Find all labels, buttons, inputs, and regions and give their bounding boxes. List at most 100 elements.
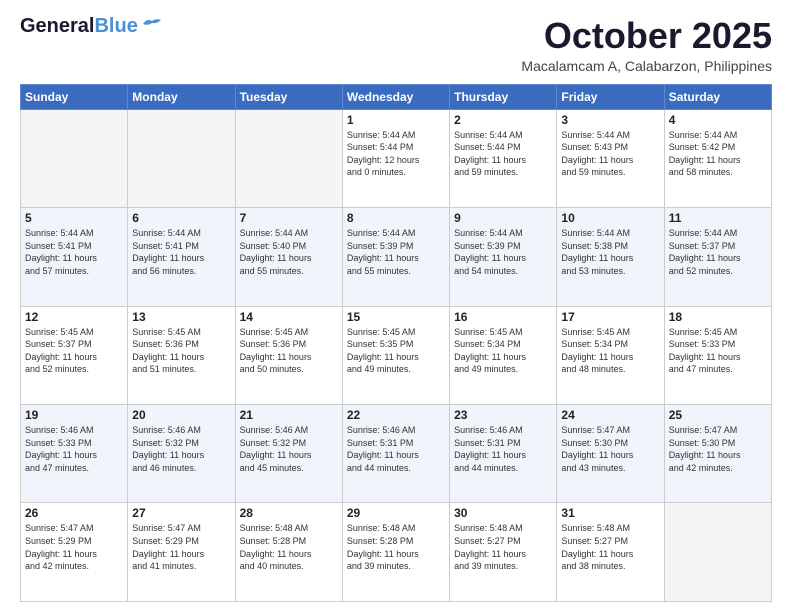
day-info: Sunrise: 5:48 AM Sunset: 5:27 PM Dayligh… bbox=[454, 522, 552, 572]
day-number: 21 bbox=[240, 408, 338, 422]
calendar-day-cell: 26 Sunrise: 5:47 AM Sunset: 5:29 PM Dayli… bbox=[21, 503, 128, 602]
header-tuesday: Tuesday bbox=[235, 84, 342, 109]
day-info: Sunrise: 5:44 AM Sunset: 5:43 PM Dayligh… bbox=[561, 129, 659, 179]
calendar-day-cell: 10 Sunrise: 5:44 AM Sunset: 5:38 PM Dayli… bbox=[557, 208, 664, 306]
calendar-day-cell: 3Sunrise: 5:44 AM Sunset: 5:43 PM Daylig… bbox=[557, 109, 664, 207]
day-number: 18 bbox=[669, 310, 767, 324]
day-number: 7 bbox=[240, 211, 338, 225]
day-info: Sunrise: 5:46 AM Sunset: 5:32 PM Dayligh… bbox=[240, 424, 338, 474]
day-number: 10 bbox=[561, 211, 659, 225]
day-info: Sunrise: 5:45 AM Sunset: 5:34 PM Dayligh… bbox=[454, 326, 552, 376]
day-number: 27 bbox=[132, 506, 230, 520]
calendar-day-cell: 22 Sunrise: 5:46 AM Sunset: 5:31 PM Dayli… bbox=[342, 405, 449, 503]
day-number: 11 bbox=[669, 211, 767, 225]
calendar-day-cell: 7 Sunrise: 5:44 AM Sunset: 5:40 PM Daylig… bbox=[235, 208, 342, 306]
calendar-day-cell: 28Sunrise: 5:48 AM Sunset: 5:28 PM Dayli… bbox=[235, 503, 342, 602]
calendar-day-cell: 1 Sunrise: 5:44 AM Sunset: 5:44 PM Daylig… bbox=[342, 109, 449, 207]
day-info: Sunrise: 5:46 AM Sunset: 5:32 PM Dayligh… bbox=[132, 424, 230, 474]
logo: GeneralBlue bbox=[20, 16, 163, 36]
day-number: 2 bbox=[454, 113, 552, 127]
calendar-day-cell: 12 Sunrise: 5:45 AM Sunset: 5:37 PM Dayli… bbox=[21, 306, 128, 404]
calendar-day-cell: 19 Sunrise: 5:46 AM Sunset: 5:33 PM Dayli… bbox=[21, 405, 128, 503]
day-number: 4 bbox=[669, 113, 767, 127]
calendar-week-row: 12 Sunrise: 5:45 AM Sunset: 5:37 PM Dayli… bbox=[21, 306, 772, 404]
day-number: 22 bbox=[347, 408, 445, 422]
day-info: Sunrise: 5:46 AM Sunset: 5:31 PM Dayligh… bbox=[454, 424, 552, 474]
day-info: Sunrise: 5:46 AM Sunset: 5:33 PM Dayligh… bbox=[25, 424, 123, 474]
day-info: Sunrise: 5:46 AM Sunset: 5:31 PM Dayligh… bbox=[347, 424, 445, 474]
day-info: Sunrise: 5:47 AM Sunset: 5:30 PM Dayligh… bbox=[561, 424, 659, 474]
calendar-table: Sunday Monday Tuesday Wednesday Thursday… bbox=[20, 84, 772, 602]
logo-blue: Blue bbox=[94, 15, 137, 37]
calendar-day-cell: 23 Sunrise: 5:46 AM Sunset: 5:31 PM Dayli… bbox=[450, 405, 557, 503]
day-info: Sunrise: 5:48 AM Sunset: 5:28 PM Dayligh… bbox=[240, 522, 338, 572]
calendar-day-cell: 21 Sunrise: 5:46 AM Sunset: 5:32 PM Dayli… bbox=[235, 405, 342, 503]
calendar-week-row: 26 Sunrise: 5:47 AM Sunset: 5:29 PM Dayli… bbox=[21, 503, 772, 602]
day-number: 13 bbox=[132, 310, 230, 324]
day-info: Sunrise: 5:45 AM Sunset: 5:37 PM Dayligh… bbox=[25, 326, 123, 376]
calendar-day-cell bbox=[21, 109, 128, 207]
day-info: Sunrise: 5:44 AM Sunset: 5:39 PM Dayligh… bbox=[347, 227, 445, 277]
day-number: 1 bbox=[347, 113, 445, 127]
calendar-week-row: 19 Sunrise: 5:46 AM Sunset: 5:33 PM Dayli… bbox=[21, 405, 772, 503]
day-number: 15 bbox=[347, 310, 445, 324]
day-info: Sunrise: 5:47 AM Sunset: 5:30 PM Dayligh… bbox=[669, 424, 767, 474]
logo-general: General bbox=[20, 15, 94, 37]
day-number: 9 bbox=[454, 211, 552, 225]
header: GeneralBlue October 2025 Macalamcam A, C… bbox=[20, 16, 772, 74]
day-info: Sunrise: 5:45 AM Sunset: 5:33 PM Dayligh… bbox=[669, 326, 767, 376]
calendar-day-cell: 17 Sunrise: 5:45 AM Sunset: 5:34 PM Dayli… bbox=[557, 306, 664, 404]
day-info: Sunrise: 5:48 AM Sunset: 5:27 PM Dayligh… bbox=[561, 522, 659, 572]
day-number: 23 bbox=[454, 408, 552, 422]
day-info: Sunrise: 5:47 AM Sunset: 5:29 PM Dayligh… bbox=[25, 522, 123, 572]
header-monday: Monday bbox=[128, 84, 235, 109]
day-info: Sunrise: 5:44 AM Sunset: 5:37 PM Dayligh… bbox=[669, 227, 767, 277]
day-number: 12 bbox=[25, 310, 123, 324]
title-block: October 2025 Macalamcam A, Calabarzon, P… bbox=[521, 16, 772, 74]
calendar-day-cell: 25Sunrise: 5:47 AM Sunset: 5:30 PM Dayli… bbox=[664, 405, 771, 503]
calendar-day-cell: 24Sunrise: 5:47 AM Sunset: 5:30 PM Dayli… bbox=[557, 405, 664, 503]
calendar-day-cell: 31Sunrise: 5:48 AM Sunset: 5:27 PM Dayli… bbox=[557, 503, 664, 602]
day-number: 16 bbox=[454, 310, 552, 324]
calendar-day-cell: 11 Sunrise: 5:44 AM Sunset: 5:37 PM Dayli… bbox=[664, 208, 771, 306]
header-friday: Friday bbox=[557, 84, 664, 109]
calendar-day-cell bbox=[128, 109, 235, 207]
day-info: Sunrise: 5:45 AM Sunset: 5:34 PM Dayligh… bbox=[561, 326, 659, 376]
day-number: 20 bbox=[132, 408, 230, 422]
page: GeneralBlue October 2025 Macalamcam A, C… bbox=[0, 0, 792, 612]
calendar-day-cell bbox=[235, 109, 342, 207]
calendar-day-cell bbox=[664, 503, 771, 602]
calendar-day-cell: 27Sunrise: 5:47 AM Sunset: 5:29 PM Dayli… bbox=[128, 503, 235, 602]
day-number: 17 bbox=[561, 310, 659, 324]
weekday-header-row: Sunday Monday Tuesday Wednesday Thursday… bbox=[21, 84, 772, 109]
day-info: Sunrise: 5:44 AM Sunset: 5:38 PM Dayligh… bbox=[561, 227, 659, 277]
day-number: 6 bbox=[132, 211, 230, 225]
month-title: October 2025 bbox=[521, 16, 772, 56]
calendar-day-cell: 14Sunrise: 5:45 AM Sunset: 5:36 PM Dayli… bbox=[235, 306, 342, 404]
calendar-day-cell: 18 Sunrise: 5:45 AM Sunset: 5:33 PM Dayli… bbox=[664, 306, 771, 404]
day-info: Sunrise: 5:44 AM Sunset: 5:44 PM Dayligh… bbox=[347, 129, 445, 179]
day-info: Sunrise: 5:44 AM Sunset: 5:41 PM Dayligh… bbox=[132, 227, 230, 277]
day-number: 19 bbox=[25, 408, 123, 422]
day-info: Sunrise: 5:44 AM Sunset: 5:39 PM Dayligh… bbox=[454, 227, 552, 277]
calendar-day-cell: 5Sunrise: 5:44 AM Sunset: 5:41 PM Daylig… bbox=[21, 208, 128, 306]
header-thursday: Thursday bbox=[450, 84, 557, 109]
calendar-day-cell: 13Sunrise: 5:45 AM Sunset: 5:36 PM Dayli… bbox=[128, 306, 235, 404]
calendar-day-cell: 16 Sunrise: 5:45 AM Sunset: 5:34 PM Dayli… bbox=[450, 306, 557, 404]
header-saturday: Saturday bbox=[664, 84, 771, 109]
day-number: 26 bbox=[25, 506, 123, 520]
calendar-day-cell: 9 Sunrise: 5:44 AM Sunset: 5:39 PM Daylig… bbox=[450, 208, 557, 306]
calendar-week-row: 1 Sunrise: 5:44 AM Sunset: 5:44 PM Daylig… bbox=[21, 109, 772, 207]
day-info: Sunrise: 5:44 AM Sunset: 5:41 PM Dayligh… bbox=[25, 227, 123, 277]
calendar-day-cell: 20 Sunrise: 5:46 AM Sunset: 5:32 PM Dayli… bbox=[128, 405, 235, 503]
calendar-day-cell: 4Sunrise: 5:44 AM Sunset: 5:42 PM Daylig… bbox=[664, 109, 771, 207]
header-sunday: Sunday bbox=[21, 84, 128, 109]
calendar-day-cell: 30 Sunrise: 5:48 AM Sunset: 5:27 PM Dayli… bbox=[450, 503, 557, 602]
day-info: Sunrise: 5:44 AM Sunset: 5:40 PM Dayligh… bbox=[240, 227, 338, 277]
day-number: 14 bbox=[240, 310, 338, 324]
calendar-day-cell: 29Sunrise: 5:48 AM Sunset: 5:28 PM Dayli… bbox=[342, 503, 449, 602]
day-number: 30 bbox=[454, 506, 552, 520]
calendar-day-cell: 8Sunrise: 5:44 AM Sunset: 5:39 PM Daylig… bbox=[342, 208, 449, 306]
location: Macalamcam A, Calabarzon, Philippines bbox=[521, 58, 772, 74]
header-wednesday: Wednesday bbox=[342, 84, 449, 109]
